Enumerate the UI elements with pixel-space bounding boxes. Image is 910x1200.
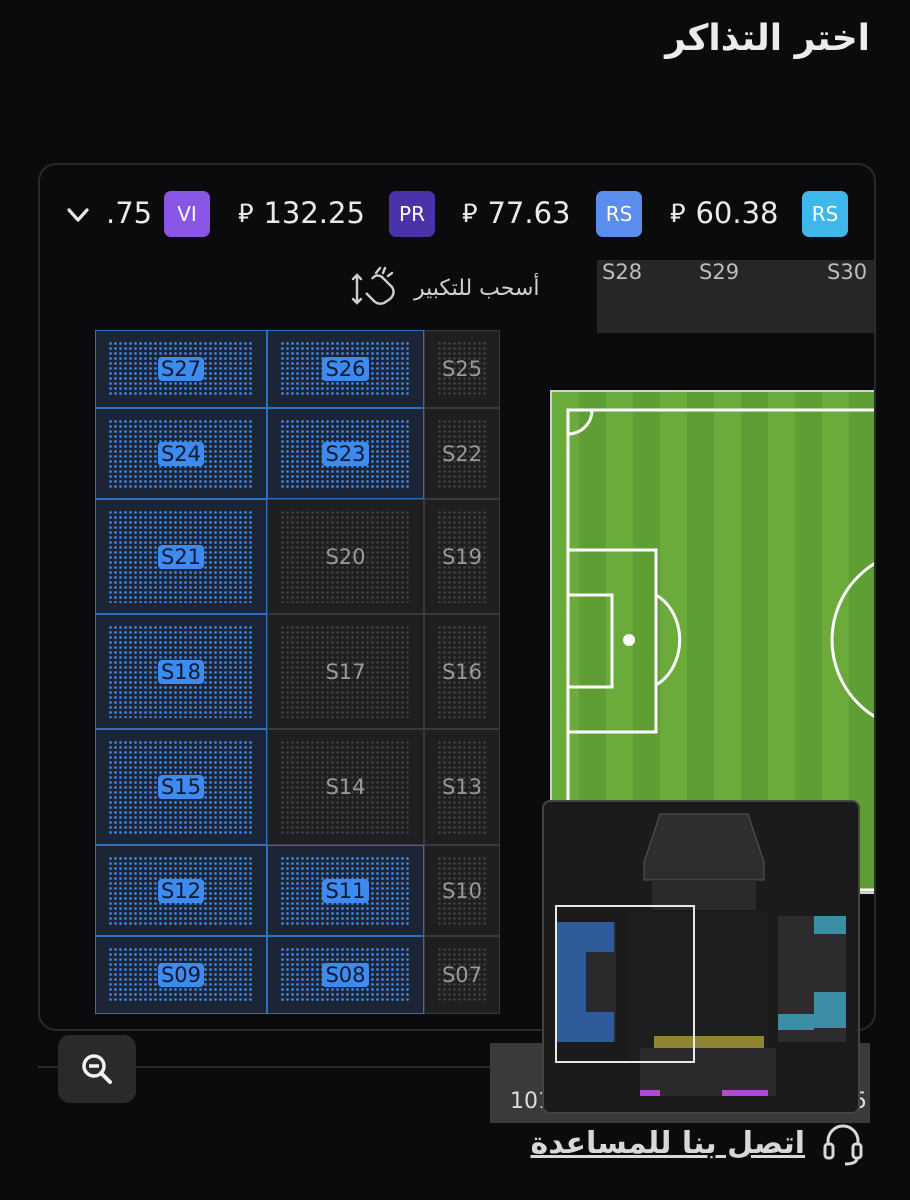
zoom-hint-text: أسحب للتكبير <box>414 275 540 301</box>
section-label: S22 <box>441 441 483 466</box>
section-label: S16 <box>441 659 483 684</box>
category-badge-vi[interactable]: VI <box>164 191 210 237</box>
section-s09[interactable]: S09 <box>95 936 267 1014</box>
section-s28[interactable]: S28 <box>602 260 642 333</box>
minimap-graphic <box>555 813 846 1096</box>
price-filter-pr[interactable]: ⃁ 132.25 <box>238 191 365 235</box>
section-s21[interactable]: S21 <box>95 499 267 614</box>
section-s13[interactable]: S13 <box>424 729 500 845</box>
section-label: S12 <box>157 878 205 903</box>
section-label: S08 <box>322 963 369 987</box>
price-value: 60.38 <box>695 196 779 230</box>
section-label: S28 <box>602 260 643 284</box>
section-label: S11 <box>322 878 369 903</box>
badge-label: VI <box>177 202 197 226</box>
price-filter-bar: .75 VI ⃁ 132.25 PR ⃁ 77.63 RS ⃁ 60.38 RS <box>40 185 874 245</box>
riyal-icon: ⃁ <box>238 198 254 229</box>
section-s19[interactable]: S19 <box>424 499 500 614</box>
section-label: S13 <box>441 775 483 799</box>
price-value: 132.25 <box>263 196 365 230</box>
section-s14[interactable]: S14 <box>267 729 424 845</box>
headset-icon <box>823 1124 863 1166</box>
price-filter-vi[interactable]: .75 <box>106 191 152 235</box>
zoom-out-icon <box>82 1054 112 1084</box>
chevron-down-icon[interactable] <box>60 197 96 233</box>
help-contact[interactable]: اتصل بنا للمساعدة <box>497 1115 867 1171</box>
category-badge-rs-1[interactable]: RS <box>802 191 848 237</box>
section-s10[interactable]: S10 <box>424 845 500 936</box>
section-label: S07 <box>441 963 483 987</box>
price-value: 77.63 <box>487 196 571 230</box>
page-title: اختر التذاكر <box>665 18 870 59</box>
section-label: S20 <box>325 544 366 569</box>
section-s24[interactable]: S24 <box>95 408 267 499</box>
badge-label: PR <box>399 202 425 226</box>
section-label: S30 <box>827 260 868 284</box>
section-label: S26 <box>322 357 369 381</box>
section-label: S24 <box>157 441 205 466</box>
section-label: S17 <box>325 659 366 684</box>
section-label: S18 <box>157 659 205 684</box>
section-s17[interactable]: S17 <box>267 614 424 729</box>
section-s26[interactable]: S26 <box>267 330 424 408</box>
riyal-icon: ⃁ <box>462 198 478 229</box>
section-s08[interactable]: S08 <box>267 936 424 1014</box>
section-label: S21 <box>157 544 205 569</box>
section-label: S14 <box>325 775 366 799</box>
badge-label: RS <box>605 202 633 226</box>
section-label: S15 <box>157 775 205 799</box>
section-s29[interactable]: S29 <box>699 260 739 333</box>
price-filter-rs-2[interactable]: ⃁ 77.63 <box>462 191 570 235</box>
top-sections-strip[interactable]: S28 S29 S30 <box>597 260 874 333</box>
help-link[interactable]: اتصل بنا للمساعدة <box>531 1126 806 1161</box>
section-s18[interactable]: S18 <box>95 614 267 729</box>
section-s20[interactable]: S20 <box>267 499 424 614</box>
badge-label: RS <box>811 202 839 226</box>
price-value: .75 <box>106 196 153 230</box>
section-s11[interactable]: S11 <box>267 845 424 936</box>
section-s16[interactable]: S16 <box>424 614 500 729</box>
section-s30[interactable]: S30 <box>827 260 867 333</box>
section-label: S19 <box>441 544 483 569</box>
zoom-out-button[interactable] <box>58 1035 136 1103</box>
section-s15[interactable]: S15 <box>95 729 267 845</box>
section-label: S09 <box>157 963 205 987</box>
section-s27[interactable]: S27 <box>95 330 267 408</box>
riyal-icon: ⃁ <box>670 198 686 229</box>
zoom-hint: أسحب للتكبير <box>350 265 540 311</box>
section-label: S10 <box>441 878 483 903</box>
section-label: S25 <box>441 357 483 381</box>
section-label: S23 <box>322 441 369 466</box>
section-s12[interactable]: S12 <box>95 845 267 936</box>
price-filter-rs-1[interactable]: ⃁ 60.38 <box>670 191 778 235</box>
section-label: S27 <box>157 357 205 381</box>
category-badge-pr[interactable]: PR <box>389 191 435 237</box>
section-s25[interactable]: S25 <box>424 330 500 408</box>
stadium-minimap[interactable] <box>542 800 860 1114</box>
section-s23[interactable]: S23 <box>267 408 424 499</box>
pinch-zoom-icon <box>351 266 395 305</box>
category-badge-rs-2[interactable]: RS <box>596 191 642 237</box>
seating-sections-grid: S27 S26 S25 S24 S23 S22 S21 S20 S19 S18 S17 S16 S15 S… <box>95 330 500 1015</box>
section-s07[interactable]: S07 <box>424 936 500 1014</box>
section-label: S29 <box>699 260 740 284</box>
section-s22[interactable]: S22 <box>424 408 500 499</box>
